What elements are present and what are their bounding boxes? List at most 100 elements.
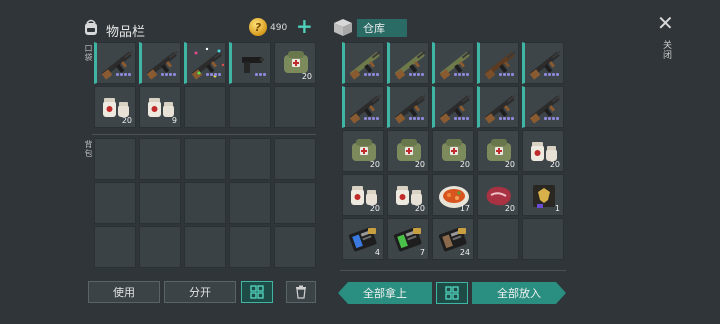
inventory-slot-empty[interactable] [274,86,316,128]
close-label[interactable]: 关闭 [660,40,673,60]
rarity-dots [453,61,469,80]
item-count: 24 [459,248,470,257]
inventory-slot-festive-rifle[interactable] [184,42,226,84]
storage-slot-assault-rifle[interactable] [522,86,564,128]
storage-slot-camo-rifle[interactable] [342,42,384,84]
grid-icon [250,285,264,299]
close-icon[interactable]: ✕ [657,13,674,33]
item-count: 7 [419,248,425,257]
storage-title: 仓库 [357,19,407,37]
pocket-divider [92,134,316,135]
inventory-slot-empty[interactable] [184,86,226,128]
item-count: 20 [301,72,312,81]
storage-slot-first-aid-kit-bag[interactable]: 20 [342,130,384,172]
storage-slot-assault-rifle[interactable] [342,86,384,128]
storage-slot-assault-rifle[interactable] [522,42,564,84]
inventory-slot-empty[interactable] [184,182,226,224]
storage-slot-blue-card[interactable]: 4 [342,218,384,260]
inventory-slot-empty[interactable] [229,226,271,268]
coin-glyph: ? [254,20,262,34]
put-all-label: 全部放入 [497,287,541,300]
rarity-dots [363,105,379,124]
gold-count: 490 [270,23,288,33]
take-all-button[interactable]: 全部拿上 [338,282,432,304]
storage-slot-badge-wallet[interactable]: 1 [522,174,564,216]
inventory-slot-medicine-bottles[interactable]: 20 [94,86,136,128]
backpack-label: 背包 [84,140,93,158]
grid-icon [445,286,459,300]
inventory-slot-empty[interactable] [274,226,316,268]
inventory-slot-empty[interactable] [94,182,136,224]
inventory-slot-empty[interactable] [229,86,271,128]
inventory-slot-empty[interactable] [139,138,181,180]
rarity-dots [408,105,424,124]
rarity-dots [543,105,559,124]
sort-inventory-button[interactable] [241,281,273,303]
inventory-title: 物品栏 [106,25,146,40]
storage-slot-first-aid-kit-bag[interactable]: 20 [432,130,474,172]
sort-storage-button[interactable] [436,282,468,304]
storage-slot-camo-rifle[interactable] [432,42,474,84]
inventory-slot-empty[interactable] [274,182,316,224]
inventory-slot-empty[interactable] [184,138,226,180]
storage-slot-assault-rifle[interactable] [477,86,519,128]
rarity-dots [205,61,221,80]
inventory-slot-empty[interactable] [229,182,271,224]
item-count: 1 [554,204,560,213]
inventory-slot-empty[interactable] [184,226,226,268]
storage-slot-raw-meat[interactable]: 20 [477,174,519,216]
item-count: 20 [459,160,470,169]
storage-slot-empty[interactable] [477,218,519,260]
inventory-slot-assault-rifle[interactable] [139,42,181,84]
storage-slot-assault-rifle[interactable] [387,86,429,128]
inventory-slot-empty[interactable] [94,138,136,180]
rarity-dots [498,61,514,80]
storage-slot-camo-rifle[interactable] [387,42,429,84]
inventory-slot-empty[interactable] [139,226,181,268]
storage-slot-shotgun[interactable] [477,42,519,84]
storage-slot-first-aid-kit-bag[interactable]: 20 [477,130,519,172]
item-count: 20 [504,204,515,213]
rarity-dots [115,61,131,80]
storage-slot-medicine-bottles[interactable]: 20 [387,174,429,216]
use-button[interactable]: 使用 [88,281,160,303]
item-count: 20 [369,204,380,213]
storage-slot-first-aid-kit-bag[interactable]: 20 [387,130,429,172]
inventory-slot-medicine-bottles[interactable]: 9 [139,86,181,128]
storage-slot-assault-rifle[interactable] [432,86,474,128]
storage-slot-brown-card[interactable]: 24 [432,218,474,260]
inventory-slot-empty[interactable] [94,226,136,268]
take-all-label: 全部拿上 [363,287,407,300]
trash-button[interactable] [286,281,316,303]
inventory-slot-assault-rifle[interactable] [94,42,136,84]
rarity-dots [498,105,514,124]
inventory-slot-first-aid-kit-bag[interactable]: 20 [274,42,316,84]
rarity-dots [543,61,559,80]
inventory-slot-empty[interactable] [139,182,181,224]
rarity-dots [254,61,266,80]
item-count: 4 [374,248,380,257]
item-count: 20 [369,160,380,169]
item-count: 9 [171,116,177,125]
storage-slot-empty[interactable] [522,218,564,260]
item-count: 20 [549,160,560,169]
inventory-slot-empty[interactable] [229,138,271,180]
rarity-dots [363,61,379,80]
trash-icon [296,285,306,299]
storage-slot-food-plate[interactable]: 17 [432,174,474,216]
inventory-slot-empty[interactable] [274,138,316,180]
item-count: 20 [414,204,425,213]
split-button[interactable]: 分开 [164,281,236,303]
rarity-dots [160,61,176,80]
pocket-label: 口袋 [84,44,93,62]
add-gold-button[interactable]: + [296,16,313,36]
item-count: 20 [121,116,132,125]
storage-slot-medicine-bottles[interactable]: 20 [522,130,564,172]
storage-slot-green-card[interactable]: 7 [387,218,429,260]
storage-slot-medicine-bottles[interactable]: 20 [342,174,384,216]
rarity-dots [453,105,469,124]
inventory-slot-pistol[interactable] [229,42,271,84]
item-count: 20 [504,160,515,169]
gold-coin-icon: ? [249,18,267,36]
put-all-button[interactable]: 全部放入 [472,282,566,304]
